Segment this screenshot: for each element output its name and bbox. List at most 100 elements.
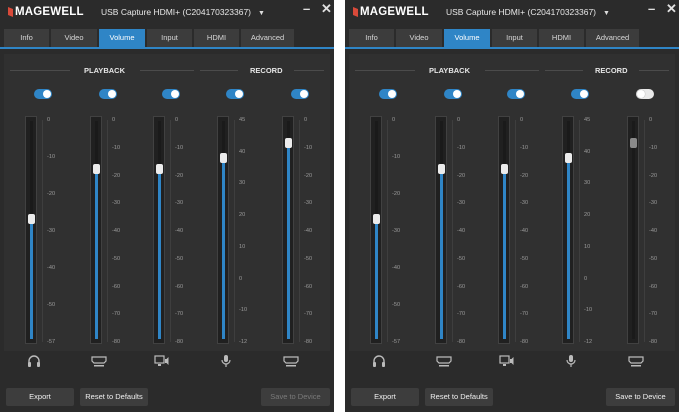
tab-info[interactable]: Info: [349, 29, 394, 47]
minimize-button[interactable]: –: [648, 2, 655, 16]
close-button[interactable]: ✕: [321, 2, 332, 16]
scale-label: 20: [239, 212, 246, 219]
tab-advanced[interactable]: Advanced: [586, 29, 639, 47]
scale-label: -70: [112, 311, 121, 318]
scale-label: -70: [457, 311, 466, 318]
scale-line: [644, 120, 645, 342]
scale-label: -30: [392, 228, 401, 234]
scale-label: 0: [584, 275, 588, 282]
slider-track: [630, 121, 637, 339]
slider-thumb[interactable]: [565, 153, 572, 164]
volume-slider[interactable]: [282, 116, 294, 344]
tab-volume[interactable]: Volume: [444, 29, 490, 47]
tab-video[interactable]: Video: [51, 29, 97, 47]
scale-line: [42, 120, 43, 342]
device-name[interactable]: USB Capture HDMI+ (C204170323367): [101, 7, 251, 17]
slider-thumb[interactable]: [156, 163, 163, 174]
volume-slider[interactable]: [627, 116, 639, 344]
slider-fill: [95, 168, 98, 339]
reset-defaults-button[interactable]: Reset to Defaults: [80, 388, 148, 406]
scale-label: -10: [304, 144, 313, 151]
scale-label: 10: [584, 243, 591, 250]
volume-slider[interactable]: [562, 116, 574, 344]
minimize-button[interactable]: –: [303, 2, 310, 16]
slider-fill: [158, 168, 161, 339]
slider-track: [93, 121, 100, 339]
volume-slider[interactable]: [435, 116, 447, 344]
scale-label: -20: [520, 172, 529, 179]
dropdown-caret-icon[interactable]: ▼: [258, 10, 265, 17]
scale-label: -50: [175, 255, 184, 262]
channel-toggle[interactable]: [99, 89, 117, 99]
channel-toggle[interactable]: [571, 89, 589, 99]
scale-label: -10: [457, 144, 466, 151]
device-name[interactable]: USB Capture HDMI+ (C204170323367): [446, 7, 596, 17]
tab-input[interactable]: Input: [147, 29, 192, 47]
scale-label: 10: [239, 243, 246, 250]
device-selector[interactable]: USB Capture HDMI+ (C204170323367) ▼: [446, 7, 610, 17]
export-button[interactable]: Export: [6, 388, 74, 406]
slider-thumb[interactable]: [373, 214, 380, 225]
brand-name: MAGEWELL: [15, 6, 84, 18]
tab-input[interactable]: Input: [492, 29, 537, 47]
tab-info[interactable]: Info: [4, 29, 49, 47]
scale-label: 30: [239, 180, 246, 187]
scale-label: -20: [304, 172, 313, 179]
volume-slider[interactable]: [498, 116, 510, 344]
tab-volume[interactable]: Volume: [99, 29, 145, 47]
slider-track: [285, 121, 292, 339]
scale-line: [170, 120, 171, 342]
tab-hdmi[interactable]: HDMI: [194, 29, 239, 47]
scale-label: -20: [457, 172, 466, 179]
export-button[interactable]: Export: [351, 388, 419, 406]
brand-name: MAGEWELL: [360, 6, 429, 18]
slider-thumb[interactable]: [220, 153, 227, 164]
channel-toggle[interactable]: [34, 89, 52, 99]
scale-label: -50: [457, 255, 466, 262]
scale-label: -80: [649, 339, 658, 345]
slider-fill: [375, 219, 378, 339]
slider-thumb[interactable]: [285, 137, 292, 148]
toggle-knob: [43, 90, 51, 98]
volume-slider[interactable]: [25, 116, 37, 344]
scale-label: -80: [520, 339, 529, 345]
hdmi-icon: [91, 354, 107, 368]
tab-hdmi[interactable]: HDMI: [539, 29, 584, 47]
slider-thumb[interactable]: [630, 137, 637, 148]
volume-slider[interactable]: [90, 116, 102, 344]
scale-line: [515, 120, 516, 342]
save-to-device-button[interactable]: Save to Device: [606, 388, 675, 406]
channel-toggle[interactable]: [444, 89, 462, 99]
volume-slider[interactable]: [370, 116, 382, 344]
scale-label: 40: [584, 148, 591, 155]
scale-label: -10: [392, 154, 401, 160]
slider-thumb[interactable]: [438, 163, 445, 174]
slider-thumb[interactable]: [93, 163, 100, 174]
channel-toggle[interactable]: [291, 89, 309, 99]
channel-toggle[interactable]: [379, 89, 397, 99]
device-selector[interactable]: USB Capture HDMI+ (C204170323367) ▼: [101, 7, 265, 17]
slider-track: [220, 121, 227, 339]
channel-toggle[interactable]: [162, 89, 180, 99]
scale-label: -30: [520, 200, 529, 207]
channel-toggle[interactable]: [636, 89, 654, 99]
volume-slider[interactable]: [217, 116, 229, 344]
hdmi-icon: [283, 354, 299, 368]
channel-toggle[interactable]: [507, 89, 525, 99]
slider-thumb[interactable]: [28, 214, 35, 225]
tab-video[interactable]: Video: [396, 29, 442, 47]
scale-label: 45: [584, 117, 591, 123]
scale-label: -50: [112, 255, 121, 262]
channel-toggle[interactable]: [226, 89, 244, 99]
hdmi-icon: [436, 354, 452, 368]
volume-slider[interactable]: [153, 116, 165, 344]
scale-line: [299, 120, 300, 342]
slider-thumb[interactable]: [501, 163, 508, 174]
slider-fill: [567, 158, 570, 339]
toggle-knob: [300, 90, 308, 98]
save-to-device-button[interactable]: Save to Device: [261, 388, 330, 406]
tab-advanced[interactable]: Advanced: [241, 29, 294, 47]
reset-defaults-button[interactable]: Reset to Defaults: [425, 388, 493, 406]
dropdown-caret-icon[interactable]: ▼: [603, 10, 610, 17]
close-button[interactable]: ✕: [666, 2, 677, 16]
